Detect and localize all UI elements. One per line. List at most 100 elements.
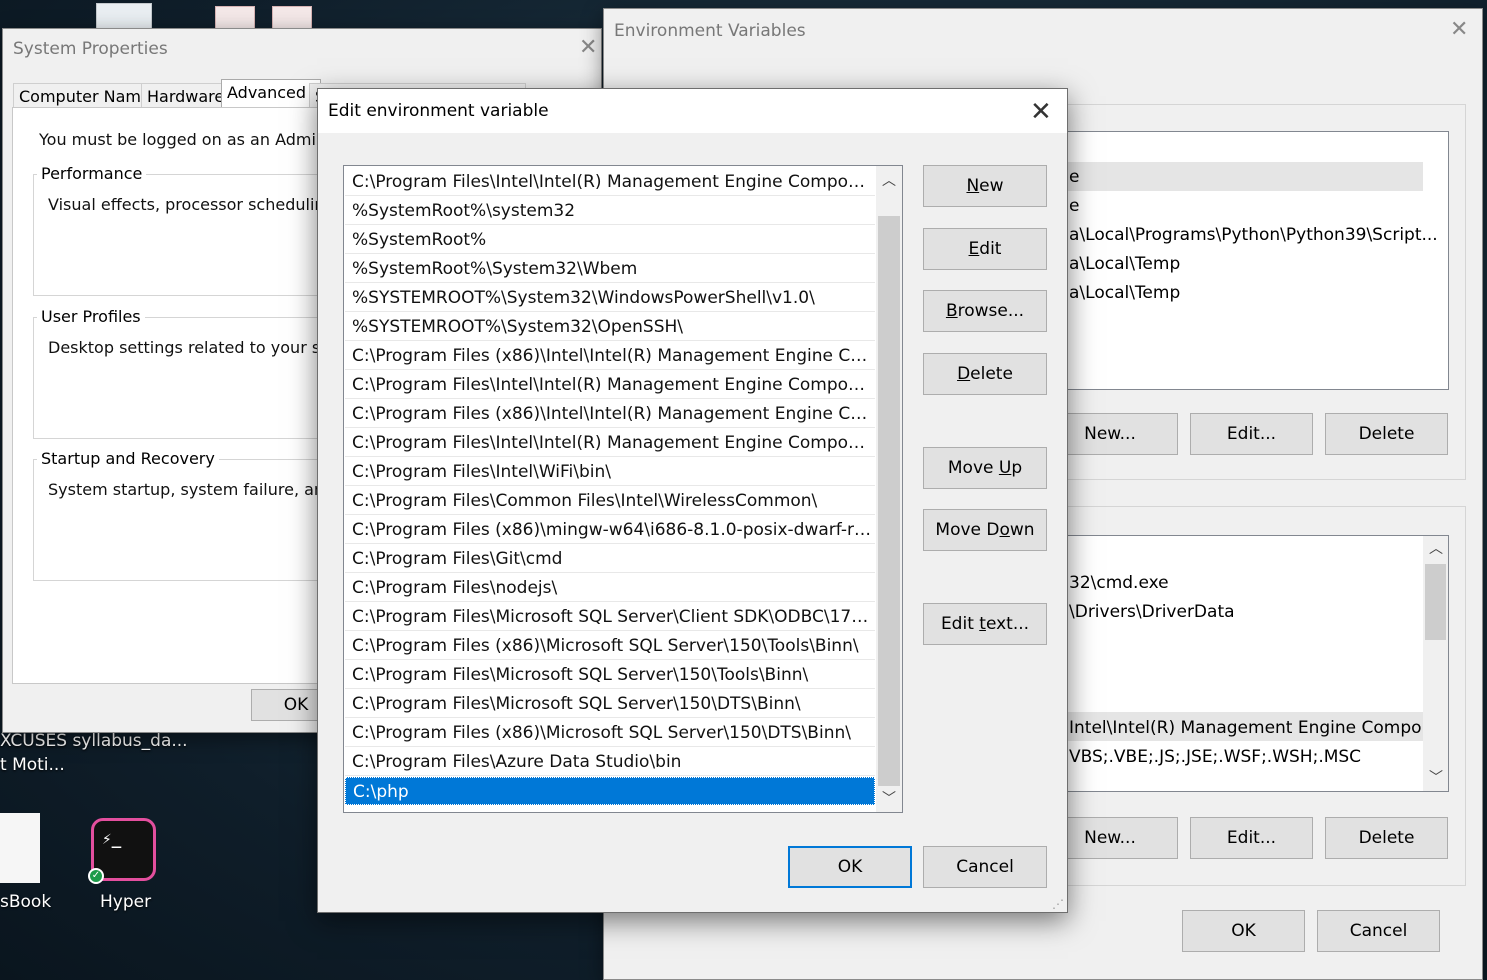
scroll-down-arrow-icon[interactable]: ﹀ (1423, 765, 1449, 791)
access-key: D (957, 364, 971, 384)
list-item[interactable]: a\Local\Temp (1069, 254, 1180, 274)
edit-environment-variable-dialog: Edit environment variable ✕ C:\Program F… (317, 88, 1068, 913)
tab-advanced[interactable]: Advanced (221, 79, 321, 110)
path-entry[interactable]: C:\Program Files\nodejs\ (345, 574, 875, 602)
list-item[interactable]: e (1069, 167, 1079, 187)
vertical-scrollbar[interactable]: ︿ ﹀ (876, 166, 902, 812)
list-item[interactable]: e (1069, 196, 1079, 216)
group-description: System startup, system failure, and de (48, 480, 360, 499)
edit-text-button[interactable]: Edit text... (923, 603, 1047, 645)
scrollbar-thumb[interactable] (878, 216, 900, 786)
ok-button[interactable]: OK (1182, 910, 1305, 952)
path-entry[interactable]: C:\Program Files (x86)\Microsoft SQL Ser… (345, 719, 875, 747)
button-label: p (1011, 458, 1023, 478)
scroll-up-arrow-icon[interactable]: ︿ (876, 168, 902, 194)
group-legend: Startup and Recovery (37, 449, 219, 468)
cancel-button[interactable]: Cancel (923, 846, 1047, 888)
path-entry[interactable]: C:\Program Files\Common Files\Intel\Wire… (345, 487, 875, 515)
path-entries-list[interactable]: C:\Program Files\Intel\Intel(R) Manageme… (343, 165, 903, 813)
move-down-button[interactable]: Move Down (923, 509, 1047, 551)
path-entry[interactable]: C:\Program Files\Intel\Intel(R) Manageme… (345, 168, 875, 196)
desktop-icon-label[interactable]: t Moti... (0, 755, 65, 775)
sync-check-icon: ✓ (88, 868, 104, 884)
path-entry[interactable]: C:\Program Files\Microsoft SQL Server\Cl… (345, 603, 875, 631)
vertical-scrollbar[interactable]: ︿ ﹀ (1423, 536, 1448, 791)
desktop-icon-label[interactable]: XCUSES syllabus_da... (0, 731, 188, 751)
path-entry[interactable]: %SYSTEMROOT%\System32\WindowsPowerShell\… (345, 284, 875, 312)
list-item[interactable]: a\Local\Programs\Python\Python39\Script.… (1069, 225, 1438, 245)
button-label: rowse... (957, 301, 1025, 321)
path-entry[interactable]: C:\Program Files (x86)\Intel\Intel(R) Ma… (345, 400, 875, 428)
path-entry[interactable]: %SYSTEMROOT%\System32\OpenSSH\ (345, 313, 875, 341)
button-label: Move (947, 458, 999, 478)
scroll-down-arrow-icon[interactable]: ﹀ (876, 786, 902, 812)
list-item[interactable]: a\Local\Temp (1069, 283, 1180, 303)
access-key: t (979, 614, 986, 634)
edit-button[interactable]: Edit (923, 228, 1047, 270)
resize-grip-icon[interactable]: ⋰ (1052, 897, 1064, 911)
button-label: dit (979, 239, 1002, 259)
path-entry[interactable]: C:\Program Files\Intel\Intel(R) Manageme… (345, 429, 875, 457)
group-legend: User Profiles (37, 307, 145, 326)
path-entry[interactable]: %SystemRoot%\System32\Wbem (345, 255, 875, 283)
close-icon[interactable]: ✕ (1030, 97, 1052, 127)
ok-button[interactable]: OK (788, 846, 912, 888)
performance-group (33, 174, 333, 296)
path-entry[interactable]: C:\Program Files\Azure Data Studio\bin (345, 748, 875, 776)
button-label: wn (1009, 520, 1035, 540)
path-entry[interactable]: C:\Program Files (x86)\mingw-w64\i686-8.… (345, 516, 875, 544)
path-entry[interactable]: C:\Program Files\Git\cmd (345, 545, 875, 573)
path-entry[interactable]: %SystemRoot%\system32 (345, 197, 875, 225)
new-button[interactable]: New (923, 165, 1047, 207)
group-description: Visual effects, processor scheduling, m (48, 195, 361, 214)
admin-note: You must be logged on as an Administra (39, 130, 362, 149)
window-title: Environment Variables (614, 21, 806, 41)
list-item[interactable]: 32\cmd.exe (1069, 573, 1169, 593)
user-edit-button[interactable]: Edit... (1190, 413, 1313, 455)
scroll-up-arrow-icon[interactable]: ︿ (1423, 536, 1449, 562)
tab-computer-name[interactable]: Computer Name (13, 83, 153, 110)
window-title: System Properties (13, 39, 168, 59)
access-key: N (966, 176, 980, 196)
scrollbar-thumb[interactable] (1425, 564, 1446, 640)
system-delete-button[interactable]: Delete (1325, 817, 1448, 859)
button-label: Move D (935, 520, 1000, 540)
access-key: o (999, 520, 1010, 540)
path-entry[interactable]: C:\Program Files (x86)\Microsoft SQL Ser… (345, 632, 875, 660)
button-label: ext... (985, 614, 1030, 634)
path-entry[interactable]: C:\Program Files\Intel\WiFi\bin\ (345, 458, 875, 486)
move-up-button[interactable]: Move Up (923, 447, 1047, 489)
desktop-icon-label[interactable]: sBook (0, 892, 51, 912)
system-edit-button[interactable]: Edit... (1190, 817, 1313, 859)
desktop-icon-label[interactable]: Hyper (100, 892, 151, 912)
delete-button[interactable]: Delete (923, 353, 1047, 395)
browse-button[interactable]: Browse... (923, 290, 1047, 332)
path-entry[interactable]: C:\Program Files (x86)\Intel\Intel(R) Ma… (345, 342, 875, 370)
button-label: ew (979, 176, 1004, 196)
notebook-app-icon[interactable] (0, 813, 40, 883)
user-delete-button[interactable]: Delete (1325, 413, 1448, 455)
close-icon[interactable]: ✕ (579, 37, 597, 59)
button-label: elete (970, 364, 1013, 384)
path-entry[interactable]: C:\php (345, 777, 875, 805)
path-entry[interactable]: C:\Program Files\Intel\Intel(R) Manageme… (345, 371, 875, 399)
access-key: E (968, 239, 980, 259)
close-icon[interactable]: ✕ (1450, 19, 1468, 41)
group-legend: Performance (37, 164, 147, 183)
cancel-button[interactable]: Cancel (1317, 910, 1440, 952)
startup-recovery-group (33, 459, 333, 581)
dialog-title: Edit environment variable (328, 101, 549, 121)
terminal-prompt-glyph: ⚡_ (102, 829, 122, 848)
tab-hardware[interactable]: Hardware (141, 83, 233, 110)
path-entry[interactable]: C:\Program Files\Microsoft SQL Server\15… (345, 690, 875, 718)
title-bar: Edit environment variable ✕ (318, 89, 1067, 133)
access-key: U (998, 458, 1012, 478)
user-profiles-group (33, 317, 333, 439)
path-entry[interactable]: %SystemRoot% (345, 226, 875, 254)
path-entry[interactable]: C:\Program Files\Microsoft SQL Server\15… (345, 661, 875, 689)
list-item[interactable]: VBS;.VBE;.JS;.JSE;.WSF;.WSH;.MSC (1069, 747, 1361, 767)
access-key: B (945, 301, 958, 321)
list-item[interactable]: Intel\Intel(R) Management Engine Compo..… (1069, 718, 1437, 738)
list-item[interactable]: \Drivers\DriverData (1069, 602, 1235, 622)
button-label: Edit (940, 614, 980, 634)
